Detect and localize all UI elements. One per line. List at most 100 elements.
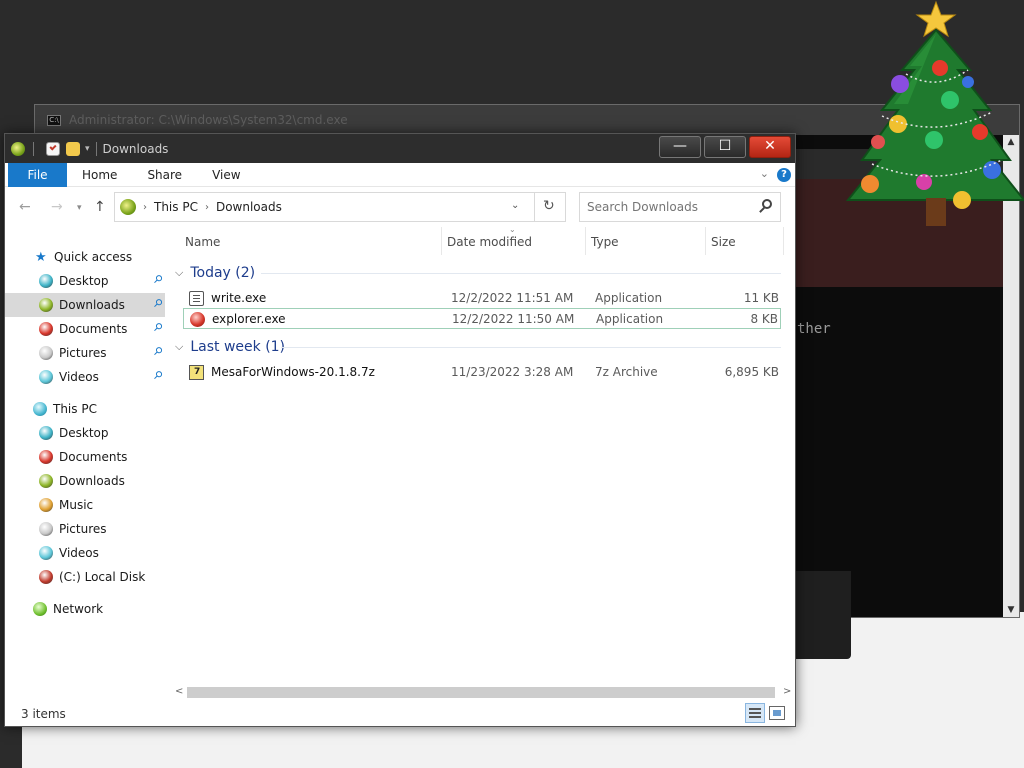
sidebar-item-label: This PC (53, 402, 97, 416)
column-date-modified[interactable]: Date modified (447, 235, 532, 249)
file-date: 12/2/2022 11:50 AM (452, 312, 575, 326)
scrollbar-thumb[interactable] (187, 687, 775, 698)
sidebar-item-label: Videos (59, 370, 99, 384)
explorer-icon (190, 312, 205, 327)
window-title: Downloads (102, 141, 169, 156)
column-divider[interactable] (585, 227, 586, 255)
sidebar-item-pc-c-local-disk[interactable]: (C:) Local Disk (5, 565, 165, 589)
sidebar-item-pc-pictures[interactable]: Pictures (5, 517, 165, 541)
search-box[interactable] (579, 192, 781, 222)
sidebar-item-label: Music (59, 498, 94, 512)
search-input[interactable] (587, 200, 757, 214)
horizontal-scrollbar[interactable]: < > (169, 684, 795, 701)
file-row[interactable]: 7 MesaForWindows-20.1.8.7z 11/23/2022 3:… (183, 362, 781, 383)
expand-ribbon-icon[interactable]: ⌄ (760, 167, 769, 180)
properties-icon[interactable] (46, 141, 60, 156)
maximize-button[interactable]: ☐ (704, 136, 746, 158)
sidebar-item-quick-access[interactable]: ★ Quick access (5, 245, 165, 269)
folder-icon (39, 570, 53, 584)
group-label: Last week (1) (190, 339, 286, 355)
pin-icon[interactable]: ⚲ (150, 344, 168, 362)
file-size: 8 KB (750, 312, 778, 326)
chevron-down-icon[interactable]: ⌵ (175, 340, 183, 354)
column-divider[interactable] (783, 227, 784, 255)
customize-quick-access-icon[interactable]: ▾ (85, 144, 90, 154)
pin-icon[interactable]: ⚲ (150, 320, 168, 338)
archive-icon: 7 (189, 365, 204, 380)
sidebar-item-pc-music[interactable]: Music (5, 493, 165, 517)
file-date: 11/23/2022 3:28 AM (451, 365, 574, 379)
tab-share[interactable]: Share (132, 163, 197, 187)
sidebar-item-network[interactable]: Network (5, 597, 165, 621)
title-bar[interactable]: ▾ Downloads — ☐ ✕ (5, 134, 795, 163)
cmd-title: Administrator: C:\Windows\System32\cmd.e… (69, 113, 348, 127)
chevron-right-icon[interactable]: › (205, 202, 209, 213)
details-view-icon[interactable] (745, 703, 765, 723)
file-explorer-window[interactable]: ▾ Downloads — ☐ ✕ File Home Share View ⌄… (4, 133, 796, 727)
column-name[interactable]: Name (185, 235, 220, 249)
sidebar-item-label: Documents (59, 450, 128, 464)
title-separator (95, 141, 97, 156)
close-button[interactable]: ✕ (749, 136, 791, 158)
group-divider (261, 273, 781, 274)
scroll-right-icon[interactable]: > (783, 686, 791, 697)
group-header-last-week[interactable]: ⌵ Last week (1) (175, 337, 285, 357)
sidebar-item-pc-videos[interactable]: Videos (5, 541, 165, 565)
chevron-down-icon[interactable]: ⌵ (175, 266, 183, 280)
pin-icon[interactable]: ⚲ (150, 296, 168, 314)
background-dialog (795, 571, 851, 659)
tab-home[interactable]: Home (67, 163, 132, 187)
cmd-output-text: ther (797, 321, 831, 337)
sidebar-item-quick-videos[interactable]: Videos ⚲ (5, 365, 165, 389)
column-type[interactable]: Type (591, 235, 619, 249)
folder-icon (39, 498, 53, 512)
tab-view[interactable]: View (197, 163, 255, 187)
scroll-left-icon[interactable]: < (175, 686, 183, 697)
file-type: Application (595, 291, 663, 305)
sidebar-item-this-pc[interactable]: This PC (5, 397, 165, 421)
sidebar-item-label: Downloads (59, 298, 125, 312)
sidebar-item-label: Network (53, 602, 104, 616)
column-divider[interactable] (441, 227, 442, 255)
sidebar-item-pc-downloads[interactable]: Downloads (5, 469, 165, 493)
sidebar-item-pc-desktop[interactable]: Desktop (5, 421, 165, 445)
column-size[interactable]: Size (711, 235, 736, 249)
cmd-icon: C:\ (47, 114, 61, 126)
new-folder-icon[interactable] (66, 141, 80, 156)
recent-locations-icon[interactable]: ▾ (77, 203, 82, 213)
scroll-down-icon[interactable]: ▼ (1003, 605, 1019, 615)
sort-caret-icon: ⌄ (509, 225, 516, 234)
help-icon[interactable]: ? (777, 168, 791, 182)
sidebar-item-quick-pictures[interactable]: Pictures ⚲ (5, 341, 165, 365)
column-divider[interactable] (705, 227, 706, 255)
address-dropdown-icon[interactable]: ⌄ (511, 200, 519, 211)
sidebar-item-quick-documents[interactable]: Documents ⚲ (5, 317, 165, 341)
up-arrow-icon[interactable]: ↑ (94, 199, 106, 215)
address-bar[interactable]: › This PC › Downloads ⌄ ↻ (114, 192, 566, 222)
sidebar-item-label: Pictures (59, 522, 107, 536)
breadcrumb-downloads[interactable]: Downloads (216, 200, 282, 214)
breadcrumb-this-pc[interactable]: This PC (154, 200, 198, 214)
forward-arrow-icon[interactable]: → (51, 199, 63, 215)
chevron-right-icon[interactable]: › (143, 202, 147, 213)
sidebar-item-quick-desktop[interactable]: Desktop ⚲ (5, 269, 165, 293)
pin-icon[interactable]: ⚲ (150, 368, 168, 386)
computer-icon (33, 402, 47, 416)
refresh-icon[interactable]: ↻ (543, 198, 555, 214)
minimize-button[interactable]: — (659, 136, 701, 158)
pin-icon[interactable]: ⚲ (150, 272, 168, 290)
file-size: 11 KB (743, 291, 779, 305)
ribbon: File Home Share View ⌄ ? (5, 162, 795, 187)
tab-file[interactable]: File (8, 162, 67, 187)
file-row[interactable]: explorer.exe 12/2/2022 11:50 AM Applicat… (183, 308, 781, 329)
large-icons-view-icon[interactable] (769, 706, 785, 720)
christmas-tree-decoration (845, 0, 1024, 226)
downloads-location-icon (120, 199, 136, 215)
file-row[interactable]: write.exe 12/2/2022 11:51 AM Application… (183, 288, 781, 309)
sidebar-item-quick-downloads[interactable]: Downloads ⚲ (5, 293, 165, 317)
group-header-today[interactable]: ⌵ Today (2) (175, 263, 255, 283)
folder-icon (39, 346, 53, 360)
search-icon[interactable] (762, 199, 772, 209)
sidebar-item-pc-documents[interactable]: Documents (5, 445, 165, 469)
back-arrow-icon[interactable]: ← (19, 199, 31, 215)
